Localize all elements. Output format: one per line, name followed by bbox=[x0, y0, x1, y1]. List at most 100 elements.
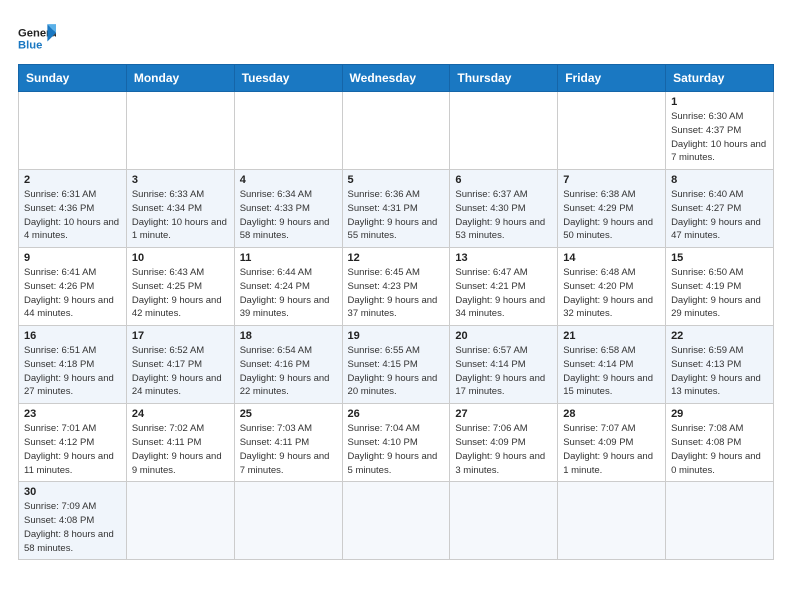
calendar-week-row: 16 Sunrise: 6:51 AM Sunset: 4:18 PM Dayli… bbox=[19, 326, 774, 404]
day-number: 12 bbox=[348, 252, 445, 264]
day-info: Sunrise: 7:03 AM Sunset: 4:11 PM Dayligh… bbox=[240, 422, 337, 477]
day-number: 17 bbox=[132, 330, 229, 342]
calendar-cell: 27Sunrise: 7:06 AM Sunset: 4:09 PM Dayli… bbox=[450, 404, 558, 482]
day-info: Sunrise: 7:01 AM Sunset: 4:12 PM Dayligh… bbox=[24, 422, 121, 477]
calendar-cell: 5 Sunrise: 6:36 AM Sunset: 4:31 PM Daylig… bbox=[342, 170, 450, 248]
calendar-week-row: 30 Sunrise: 7:09 AM Sunset: 4:08 PM Dayli… bbox=[19, 482, 774, 560]
calendar-cell: 30 Sunrise: 7:09 AM Sunset: 4:08 PM Dayli… bbox=[19, 482, 127, 560]
day-number: 22 bbox=[671, 330, 768, 342]
calendar-cell: 6 Sunrise: 6:37 AM Sunset: 4:30 PM Daylig… bbox=[450, 170, 558, 248]
day-info: Sunrise: 6:55 AM Sunset: 4:15 PM Dayligh… bbox=[348, 344, 445, 399]
weekday-header-saturday: Saturday bbox=[666, 65, 774, 92]
day-number: 6 bbox=[455, 174, 552, 186]
day-number: 4 bbox=[240, 174, 337, 186]
calendar-cell: 19 Sunrise: 6:55 AM Sunset: 4:15 PM Dayli… bbox=[342, 326, 450, 404]
calendar-cell: 18Sunrise: 6:54 AM Sunset: 4:16 PM Dayli… bbox=[234, 326, 342, 404]
calendar-cell: 28 Sunrise: 7:07 AM Sunset: 4:09 PM Dayli… bbox=[558, 404, 666, 482]
day-number: 7 bbox=[563, 174, 660, 186]
weekday-header-thursday: Thursday bbox=[450, 65, 558, 92]
calendar-cell: 9Sunrise: 6:41 AM Sunset: 4:26 PM Daylig… bbox=[19, 248, 127, 326]
day-info: Sunrise: 6:51 AM Sunset: 4:18 PM Dayligh… bbox=[24, 344, 121, 399]
calendar-cell bbox=[450, 92, 558, 170]
logo: General Blue bbox=[18, 18, 56, 54]
day-number: 1 bbox=[671, 96, 768, 108]
calendar-cell: 1 Sunrise: 6:30 AM Sunset: 4:37 PM Daylig… bbox=[666, 92, 774, 170]
calendar-cell bbox=[450, 482, 558, 560]
day-number: 24 bbox=[132, 408, 229, 420]
calendar-cell: 20Sunrise: 6:57 AM Sunset: 4:14 PM Dayli… bbox=[450, 326, 558, 404]
day-info: Sunrise: 6:58 AM Sunset: 4:14 PM Dayligh… bbox=[563, 344, 660, 399]
calendar-cell: 29 Sunrise: 7:08 AM Sunset: 4:08 PM Dayli… bbox=[666, 404, 774, 482]
day-number: 5 bbox=[348, 174, 445, 186]
day-number: 2 bbox=[24, 174, 121, 186]
calendar-cell: 2Sunrise: 6:31 AM Sunset: 4:36 PM Daylig… bbox=[19, 170, 127, 248]
day-info: Sunrise: 6:37 AM Sunset: 4:30 PM Dayligh… bbox=[455, 188, 552, 243]
page: General Blue SundayMondayTuesdayWednesda… bbox=[0, 0, 792, 578]
header: General Blue bbox=[18, 18, 774, 54]
day-info: Sunrise: 6:38 AM Sunset: 4:29 PM Dayligh… bbox=[563, 188, 660, 243]
day-info: Sunrise: 7:09 AM Sunset: 4:08 PM Dayligh… bbox=[24, 500, 121, 555]
calendar-cell: 23 Sunrise: 7:01 AM Sunset: 4:12 PM Dayli… bbox=[19, 404, 127, 482]
day-info: Sunrise: 6:44 AM Sunset: 4:24 PM Dayligh… bbox=[240, 266, 337, 321]
weekday-header-row: SundayMondayTuesdayWednesdayThursdayFrid… bbox=[19, 65, 774, 92]
day-info: Sunrise: 6:45 AM Sunset: 4:23 PM Dayligh… bbox=[348, 266, 445, 321]
calendar-cell bbox=[234, 92, 342, 170]
calendar-cell bbox=[558, 92, 666, 170]
weekday-header-monday: Monday bbox=[126, 65, 234, 92]
calendar-week-row: 9Sunrise: 6:41 AM Sunset: 4:26 PM Daylig… bbox=[19, 248, 774, 326]
day-info: Sunrise: 6:33 AM Sunset: 4:34 PM Dayligh… bbox=[132, 188, 229, 243]
calendar-cell: 26Sunrise: 7:04 AM Sunset: 4:10 PM Dayli… bbox=[342, 404, 450, 482]
day-info: Sunrise: 6:30 AM Sunset: 4:37 PM Dayligh… bbox=[671, 110, 768, 165]
day-info: Sunrise: 6:59 AM Sunset: 4:13 PM Dayligh… bbox=[671, 344, 768, 399]
calendar-cell: 11 Sunrise: 6:44 AM Sunset: 4:24 PM Dayli… bbox=[234, 248, 342, 326]
day-info: Sunrise: 7:06 AM Sunset: 4:09 PM Dayligh… bbox=[455, 422, 552, 477]
day-number: 30 bbox=[24, 486, 121, 498]
day-number: 26 bbox=[348, 408, 445, 420]
day-info: Sunrise: 6:41 AM Sunset: 4:26 PM Dayligh… bbox=[24, 266, 121, 321]
day-info: Sunrise: 7:02 AM Sunset: 4:11 PM Dayligh… bbox=[132, 422, 229, 477]
day-number: 13 bbox=[455, 252, 552, 264]
day-info: Sunrise: 6:40 AM Sunset: 4:27 PM Dayligh… bbox=[671, 188, 768, 243]
calendar-cell bbox=[19, 92, 127, 170]
day-number: 20 bbox=[455, 330, 552, 342]
day-number: 16 bbox=[24, 330, 121, 342]
day-number: 3 bbox=[132, 174, 229, 186]
day-info: Sunrise: 6:36 AM Sunset: 4:31 PM Dayligh… bbox=[348, 188, 445, 243]
calendar-cell: 14 Sunrise: 6:48 AM Sunset: 4:20 PM Dayli… bbox=[558, 248, 666, 326]
day-info: Sunrise: 7:07 AM Sunset: 4:09 PM Dayligh… bbox=[563, 422, 660, 477]
day-number: 25 bbox=[240, 408, 337, 420]
day-number: 23 bbox=[24, 408, 121, 420]
day-number: 28 bbox=[563, 408, 660, 420]
calendar-week-row: 1 Sunrise: 6:30 AM Sunset: 4:37 PM Daylig… bbox=[19, 92, 774, 170]
calendar-cell: 15Sunrise: 6:50 AM Sunset: 4:19 PM Dayli… bbox=[666, 248, 774, 326]
calendar-week-row: 2Sunrise: 6:31 AM Sunset: 4:36 PM Daylig… bbox=[19, 170, 774, 248]
calendar-cell: 17Sunrise: 6:52 AM Sunset: 4:17 PM Dayli… bbox=[126, 326, 234, 404]
calendar-cell: 7 Sunrise: 6:38 AM Sunset: 4:29 PM Daylig… bbox=[558, 170, 666, 248]
calendar-table: SundayMondayTuesdayWednesdayThursdayFrid… bbox=[18, 64, 774, 560]
day-number: 29 bbox=[671, 408, 768, 420]
day-info: Sunrise: 6:43 AM Sunset: 4:25 PM Dayligh… bbox=[132, 266, 229, 321]
generalblue-logo-icon: General Blue bbox=[18, 22, 56, 54]
calendar-cell: 24 Sunrise: 7:02 AM Sunset: 4:11 PM Dayli… bbox=[126, 404, 234, 482]
weekday-header-sunday: Sunday bbox=[19, 65, 127, 92]
day-info: Sunrise: 6:50 AM Sunset: 4:19 PM Dayligh… bbox=[671, 266, 768, 321]
day-info: Sunrise: 6:48 AM Sunset: 4:20 PM Dayligh… bbox=[563, 266, 660, 321]
weekday-header-friday: Friday bbox=[558, 65, 666, 92]
day-info: Sunrise: 6:54 AM Sunset: 4:16 PM Dayligh… bbox=[240, 344, 337, 399]
calendar-cell: 21 Sunrise: 6:58 AM Sunset: 4:14 PM Dayli… bbox=[558, 326, 666, 404]
day-number: 21 bbox=[563, 330, 660, 342]
calendar-week-row: 23 Sunrise: 7:01 AM Sunset: 4:12 PM Dayli… bbox=[19, 404, 774, 482]
day-number: 11 bbox=[240, 252, 337, 264]
calendar-cell bbox=[342, 482, 450, 560]
day-info: Sunrise: 6:34 AM Sunset: 4:33 PM Dayligh… bbox=[240, 188, 337, 243]
day-number: 19 bbox=[348, 330, 445, 342]
calendar-cell: 12 Sunrise: 6:45 AM Sunset: 4:23 PM Dayli… bbox=[342, 248, 450, 326]
day-info: Sunrise: 7:08 AM Sunset: 4:08 PM Dayligh… bbox=[671, 422, 768, 477]
day-number: 14 bbox=[563, 252, 660, 264]
calendar-cell: 22 Sunrise: 6:59 AM Sunset: 4:13 PM Dayli… bbox=[666, 326, 774, 404]
calendar-cell: 3 Sunrise: 6:33 AM Sunset: 4:34 PM Daylig… bbox=[126, 170, 234, 248]
calendar-cell: 8 Sunrise: 6:40 AM Sunset: 4:27 PM Daylig… bbox=[666, 170, 774, 248]
day-info: Sunrise: 6:47 AM Sunset: 4:21 PM Dayligh… bbox=[455, 266, 552, 321]
day-number: 8 bbox=[671, 174, 768, 186]
calendar-cell: 10Sunrise: 6:43 AM Sunset: 4:25 PM Dayli… bbox=[126, 248, 234, 326]
